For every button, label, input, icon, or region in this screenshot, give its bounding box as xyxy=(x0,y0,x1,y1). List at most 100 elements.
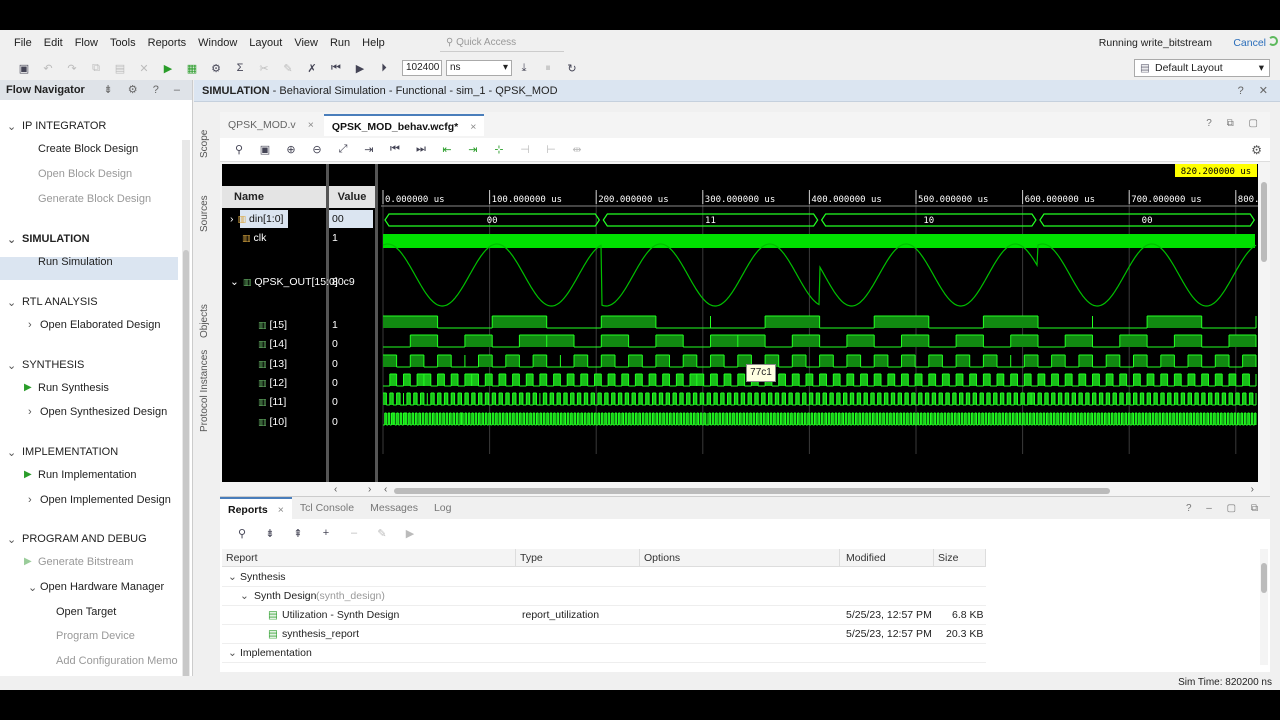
table-row[interactable]: ▤ synthesis_report 5/25/23, 12:57 PM 20.… xyxy=(222,625,986,644)
col-type[interactable]: Type xyxy=(516,549,640,567)
search-icon[interactable]: ⚲ xyxy=(230,141,248,159)
zoom-fit-icon[interactable]: ⤢ xyxy=(334,141,352,159)
copy-icon[interactable]: ⧉ xyxy=(87,59,105,77)
col-report[interactable]: Report xyxy=(222,549,516,567)
close-icon[interactable]: × xyxy=(278,504,284,516)
signal-bit-10[interactable]: ▥ [10] xyxy=(222,413,326,431)
section-synthesis[interactable]: ⌄ SYNTHESIS xyxy=(0,359,84,372)
next-transition-icon[interactable]: ⇥ xyxy=(464,141,482,159)
remove-icon[interactable]: – xyxy=(345,524,363,542)
signal-bit-12[interactable]: ▥ [12] xyxy=(222,374,326,392)
scroll-left-icon[interactable]: ‹ xyxy=(334,484,337,495)
scrollbar-thumb[interactable] xyxy=(1261,182,1267,262)
undo-icon[interactable]: ↶ xyxy=(39,59,57,77)
section-implementation[interactable]: ⌄ IMPLEMENTATION xyxy=(0,446,118,459)
prev-transition-icon[interactable]: ⇤ xyxy=(438,141,456,159)
nav-generate-block-design[interactable]: Generate Block Design xyxy=(38,193,151,205)
add-marker-icon[interactable]: ⊹ xyxy=(490,141,508,159)
side-tab-protocol-instances[interactable]: Protocol Instances xyxy=(199,350,210,432)
go-to-cursor-icon[interactable]: ⇥ xyxy=(360,141,378,159)
waveform-canvas[interactable]: 0.000000 us 100.000000 us 200.000000 us 300… xyxy=(381,164,1258,482)
close-icon[interactable]: × xyxy=(308,119,314,131)
pause-icon[interactable]: ⏸ xyxy=(539,59,557,77)
zoom-out-icon[interactable]: ⊖ xyxy=(308,141,326,159)
menu-help[interactable]: Help xyxy=(362,37,385,49)
search-icon[interactable]: ⚲ xyxy=(233,524,251,542)
tool-a-icon[interactable]: ✂ xyxy=(255,59,273,77)
menu-tools[interactable]: Tools xyxy=(110,37,136,49)
tab-reports[interactable]: Reports × xyxy=(220,497,292,519)
scroll-right-icon[interactable]: › xyxy=(368,484,371,495)
tab-tcl-console[interactable]: Tcl Console xyxy=(292,497,362,519)
waveform-settings-icon[interactable]: ⚙ xyxy=(1251,143,1262,157)
go-to-end-icon[interactable]: ⏭ xyxy=(412,141,430,159)
nav-open-block-design[interactable]: Open Block Design xyxy=(38,168,132,180)
menu-reports[interactable]: Reports xyxy=(148,37,187,49)
signal-bit-15[interactable]: ▥ [15] xyxy=(222,316,326,334)
reports-window-controls-icon[interactable]: ? – ▢ ⧉ xyxy=(1186,503,1264,514)
menu-view[interactable]: View xyxy=(294,37,318,49)
section-simulation[interactable]: ⌄ SIMULATION xyxy=(0,233,90,246)
nav-open-synthesized-design[interactable]: › Open Synthesized Design xyxy=(28,406,167,418)
restart-icon[interactable]: ⏮ xyxy=(327,59,345,77)
run-sim-icon[interactable]: ▶ xyxy=(351,59,369,77)
tab-log[interactable]: Log xyxy=(426,497,460,519)
flow-navigator-scrollbar[interactable] xyxy=(182,140,190,680)
nav-open-target[interactable]: Open Target xyxy=(56,606,116,618)
run-for-icon[interactable]: ⏵ xyxy=(375,59,393,77)
column-divider[interactable] xyxy=(375,164,378,482)
tab-qpsk-mod-behav-wcfg[interactable]: QPSK_MOD_behav.wcfg* × xyxy=(323,114,485,136)
table-row[interactable]: ⌄ Synth Design (synth_design) xyxy=(222,587,986,606)
layout-select[interactable]: Default Layout xyxy=(1134,59,1270,77)
swap-cursors-icon[interactable]: ⇹ xyxy=(568,141,586,159)
time-unit-select[interactable]: ns xyxy=(446,60,512,76)
cancel-link[interactable]: Cancel xyxy=(1233,37,1266,49)
menu-window[interactable]: Window xyxy=(198,37,237,49)
signal-clk[interactable]: ▥ clk xyxy=(222,229,326,247)
col-options[interactable]: Options xyxy=(640,549,840,567)
run-all-icon[interactable]: ▦ xyxy=(183,59,201,77)
scrollbar-thumb[interactable] xyxy=(1261,563,1267,593)
settings-gear-icon[interactable]: ⚙ xyxy=(207,59,225,77)
menu-run[interactable]: Run xyxy=(330,37,350,49)
col-size[interactable]: Size xyxy=(934,549,986,567)
waveform-area[interactable]: Name Value › ▥ din[1:0] 00 ▥ clk 1 ⌄ ▥ QPSK_O… xyxy=(222,164,1258,482)
signal-bit-13[interactable]: ▥ [13] xyxy=(222,355,326,373)
menu-layout[interactable]: Layout xyxy=(249,37,282,49)
nav-open-elaborated-design[interactable]: › Open Elaborated Design xyxy=(28,319,160,331)
nav-generate-bitstream[interactable]: ▶ Generate Bitstream xyxy=(24,556,133,568)
sigma-icon[interactable]: Σ xyxy=(231,59,249,77)
reports-vertical-scrollbar[interactable] xyxy=(1260,549,1268,665)
relaunch-icon[interactable]: ↻ xyxy=(563,59,581,77)
menu-edit[interactable]: Edit xyxy=(44,37,63,49)
collapse-all-icon[interactable]: ⇟ xyxy=(261,524,279,542)
side-tab-objects[interactable]: Objects xyxy=(199,304,210,338)
tool-b-icon[interactable]: ✎ xyxy=(279,59,297,77)
table-row[interactable]: ▤ Utilization - Synth Design report_util… xyxy=(222,606,986,625)
next-marker-icon[interactable]: ⊢ xyxy=(542,141,560,159)
nav-open-hardware-manager[interactable]: ⌄ Open Hardware Manager xyxy=(28,581,164,594)
save-icon[interactable]: ▣ xyxy=(256,141,274,159)
signal-bit-11[interactable]: ▥ [11] xyxy=(222,393,326,411)
section-program-and-debug[interactable]: ⌄ PROGRAM AND DEBUG xyxy=(0,533,147,546)
tab-messages[interactable]: Messages xyxy=(362,497,426,519)
paste-icon[interactable]: ▤ xyxy=(111,59,129,77)
run-icon[interactable]: ▶ xyxy=(159,59,177,77)
add-icon[interactable]: + xyxy=(317,524,335,542)
waveform-vertical-scrollbar[interactable] xyxy=(1260,164,1268,482)
menu-file[interactable]: File xyxy=(14,37,32,49)
nav-program-device[interactable]: Program Device xyxy=(56,630,135,642)
nav-run-implementation[interactable]: ▶ Run Implementation xyxy=(24,469,136,481)
panel-controls-icon[interactable]: ⇟ ⚙ ? – xyxy=(104,80,186,100)
zoom-in-icon[interactable]: ⊕ xyxy=(282,141,300,159)
table-row[interactable]: ⌄ Implementation xyxy=(222,644,986,663)
delete-icon[interactable]: ✕ xyxy=(135,59,153,77)
redo-icon[interactable]: ↷ xyxy=(63,59,81,77)
run-time-input[interactable]: 102400 xyxy=(402,60,442,76)
signal-din[interactable]: › ▥ din[1:0] xyxy=(222,210,326,228)
expand-all-icon[interactable]: ⇞ xyxy=(289,524,307,542)
signal-qpsk-out[interactable]: ⌄ ▥ QPSK_OUT[15:0] xyxy=(222,273,338,291)
nav-add-configuration-memory[interactable]: Add Configuration Memory Device xyxy=(56,655,178,667)
section-ip-integrator[interactable]: ⌄ IP INTEGRATOR xyxy=(0,120,106,133)
nav-create-block-design[interactable]: Create Block Design xyxy=(38,143,138,155)
